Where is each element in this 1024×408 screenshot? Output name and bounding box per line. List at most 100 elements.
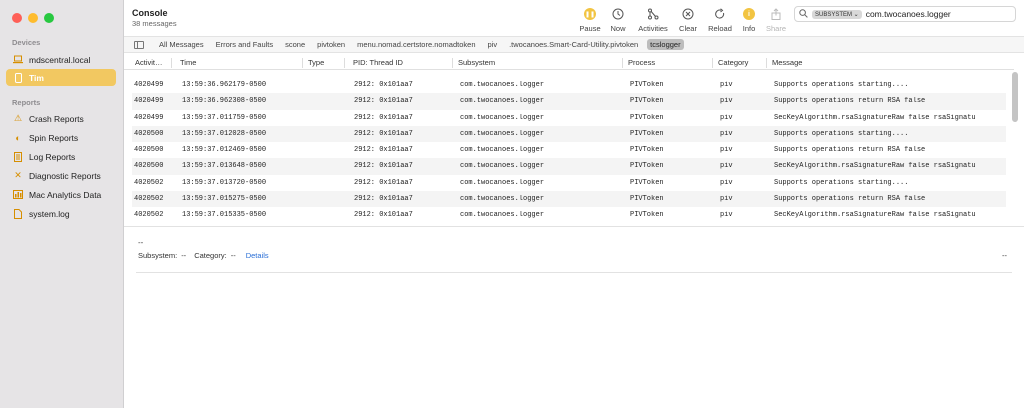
clear-icon: [682, 8, 694, 20]
column-header-pid-thread[interactable]: PID: Thread ID: [353, 58, 403, 67]
cell-activity: 4020502: [134, 211, 164, 220]
search-field[interactable]: SUBSYSTEM ⌄: [794, 6, 1016, 22]
file-icon: [13, 208, 23, 219]
column-separator: [452, 58, 453, 68]
details-link[interactable]: Details: [246, 251, 269, 260]
activities-button[interactable]: Activities: [635, 8, 671, 33]
reload-icon: [714, 8, 726, 20]
filter-tab-nomadtoken[interactable]: menu.nomad.certstore.nomadtoken: [354, 39, 478, 50]
filter-tab-tcslogger[interactable]: tcslogger: [647, 39, 684, 50]
zoom-window-button[interactable]: [44, 13, 54, 23]
column-header-type[interactable]: Type: [308, 58, 324, 67]
reload-label: Reload: [708, 24, 732, 33]
detail-category-label: Category:: [194, 251, 227, 260]
cell-process: PIVToken: [630, 81, 664, 89]
filter-tab-piv[interactable]: piv: [485, 39, 501, 50]
info-label: Info: [742, 24, 756, 33]
sidebar-item-log-reports[interactable]: Log Reports: [6, 148, 116, 165]
cell-category: piv: [720, 178, 733, 187]
cell-message: Supports operations return RSA false: [774, 195, 926, 204]
console-window: Devices mdscentral.local Tim Reports ⚠ C…: [0, 0, 1024, 408]
table-row[interactable]: 4020500 13:59:37.013648-0500 2912: 0x101aa…: [132, 158, 1006, 175]
cell-message: SecKeyAlgorithm.rsaSignatureRaw false rs…: [774, 162, 976, 171]
warning-icon: ⚠: [13, 113, 23, 123]
cell-activity: 4020499: [134, 113, 164, 122]
search-input[interactable]: [865, 9, 996, 19]
cell-process: PIVToken: [630, 146, 664, 155]
sidebar-item-system-log[interactable]: system.log: [6, 205, 116, 222]
cell-category: piv: [720, 162, 733, 171]
phone-icon: [13, 72, 23, 83]
detail-metadata: Subsystem: -- Category: -- Details: [138, 251, 269, 260]
cell-message: Supports operations return RSA false: [774, 97, 926, 106]
sidebar-item-label: Mac Analytics Data: [29, 189, 102, 200]
table-row[interactable]: 4020500 13:59:37.012028-0500 2912: 0x101aa…: [132, 125, 1006, 143]
cell-activity: 4020500: [134, 146, 164, 155]
column-header-activity[interactable]: Activit…: [135, 58, 163, 67]
cell-process: PIVToken: [630, 162, 664, 171]
clear-button[interactable]: Clear: [670, 8, 706, 33]
detail-separator: [136, 272, 1012, 273]
cell-subsystem: com.twocanoes.logger: [460, 195, 545, 204]
sidebar-item-diagnostic-reports[interactable]: ✕ Diagnostic Reports: [6, 167, 116, 184]
cell-process: PIVToken: [630, 97, 664, 106]
close-window-button[interactable]: [12, 13, 22, 23]
column-header-subsystem[interactable]: Subsystem: [458, 58, 495, 67]
detail-message: --: [138, 238, 144, 247]
sidebar-item-mdscentral[interactable]: mdscentral.local: [6, 51, 116, 68]
column-header-message[interactable]: Message: [772, 58, 802, 67]
filter-tab-all-messages[interactable]: All Messages: [156, 39, 207, 50]
cell-category: piv: [720, 129, 733, 138]
main-pane: Console 38 messages ❚❚ Pause Now Activit…: [124, 0, 1024, 408]
column-header-category[interactable]: Category: [718, 58, 748, 67]
split-divider[interactable]: [124, 226, 1024, 227]
chart-icon: [13, 190, 23, 200]
cell-message: SecKeyAlgorithm.rsaSignatureRaw false rs…: [774, 113, 976, 122]
table-row[interactable]: 4020500 13:59:37.012469-0500 2912: 0x101aa…: [132, 142, 1006, 158]
cell-category: piv: [720, 146, 733, 155]
filter-tab-scone[interactable]: scone: [282, 39, 308, 50]
now-button[interactable]: Now: [600, 8, 636, 33]
table-row[interactable]: 4020499 13:59:36.962179-0500 2912: 0x101aa…: [132, 77, 1006, 93]
share-button[interactable]: Share: [758, 8, 794, 33]
filter-tab-errors-and-faults[interactable]: Errors and Faults: [213, 39, 277, 50]
filter-tab-smart-card-utility[interactable]: .twocanoes.Smart-Card-Utility.pivtoken: [506, 39, 641, 50]
window-controls: [12, 13, 54, 23]
filter-bar: All Messages Errors and Faults scone piv…: [124, 36, 1024, 53]
cell-message: Supports operations return RSA false: [774, 146, 926, 155]
sidebar-item-label: Spin Reports: [29, 132, 79, 143]
sidebar-item-spin-reports[interactable]: ◐ Spin Reports: [6, 129, 116, 146]
table-row[interactable]: 4020502 13:59:37.013720-0500 2912: 0x101aa…: [132, 175, 1006, 191]
column-header-process[interactable]: Process: [628, 58, 655, 67]
sidebar-item-tim[interactable]: Tim: [6, 69, 116, 86]
share-icon: [770, 8, 782, 20]
table-row[interactable]: 4020502 13:59:37.015275-0500 2912: 0x101aa…: [132, 191, 1006, 208]
sidebar-item-label: Crash Reports: [29, 113, 84, 124]
subsystem-token[interactable]: SUBSYSTEM ⌄: [812, 9, 862, 19]
sidebar-item-mac-analytics-data[interactable]: Mac Analytics Data: [6, 186, 116, 203]
cell-pid-thread: 2912: 0x101aa7: [354, 81, 413, 89]
table-row[interactable]: 4020499 13:59:37.011759-0500 2912: 0x101aa…: [132, 110, 1006, 126]
minimize-window-button[interactable]: [28, 13, 38, 23]
cell-process: PIVToken: [630, 195, 664, 204]
devices-section-label: Devices: [12, 38, 41, 47]
cell-time: 13:59:37.015275-0500: [182, 195, 267, 204]
cell-time: 13:59:37.012469-0500: [182, 146, 267, 155]
column-separator: [171, 58, 172, 68]
sidebar-item-crash-reports[interactable]: ⚠ Crash Reports: [6, 110, 116, 127]
table-scrollbar[interactable]: [1012, 72, 1018, 122]
table-row[interactable]: 4020502 13:59:37.015335-0500 2912: 0x101aa…: [132, 207, 1006, 223]
cell-time: 13:59:37.013720-0500: [182, 178, 267, 187]
cell-process: PIVToken: [630, 129, 664, 138]
table-row[interactable]: 4020499 13:59:36.962308-0500 2912: 0x101aa…: [132, 93, 1006, 110]
column-header-time[interactable]: Time: [180, 58, 196, 67]
cell-subsystem: com.twocanoes.logger: [460, 97, 545, 106]
sidebar-item-label: Log Reports: [29, 151, 76, 162]
spin-icon: ◐: [15, 132, 21, 143]
sidebar-toggle-icon[interactable]: [134, 40, 144, 49]
cell-message: Supports operations starting....: [774, 178, 909, 187]
cell-category: piv: [720, 97, 733, 106]
cell-process: PIVToken: [630, 211, 664, 220]
filter-tab-pivtoken[interactable]: pivtoken: [314, 39, 348, 50]
sidebar: Devices mdscentral.local Tim Reports ⚠ C…: [0, 0, 124, 408]
